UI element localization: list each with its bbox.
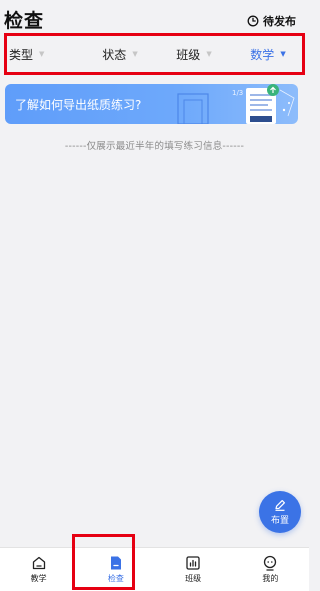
page-title: 检查 [4, 10, 45, 32]
caret-down-icon: ▼ [206, 50, 212, 58]
document-illustration-icon: 1/3 [177, 84, 295, 124]
user-icon [264, 555, 277, 571]
banner-text: 了解如何导出纸质练习? [15, 98, 142, 112]
tab-class-label: 班级 [185, 574, 202, 583]
tab-mine[interactable]: 我的 [232, 548, 309, 591]
pending-publish-label: 待发布 [263, 15, 296, 28]
pen-icon [275, 500, 285, 511]
filter-bar: 类型 ▼ 状态 ▼ 班级 ▼ 数学 ▼ [5, 36, 305, 72]
caret-down-icon: ▼ [132, 50, 138, 58]
header: 检查 待发布 [0, 0, 309, 36]
assign-fab-label: 布置 [270, 516, 289, 526]
export-paper-banner[interactable]: 了解如何导出纸质练习? 1/3 [5, 84, 298, 124]
filter-subject[interactable]: 数学 ▼ [231, 46, 305, 63]
home-icon [32, 556, 45, 570]
caret-down-icon: ▼ [39, 50, 45, 58]
tab-teaching[interactable]: 教学 [0, 548, 77, 591]
tab-class[interactable]: 班级 [155, 548, 232, 591]
filter-class-label: 班级 [176, 47, 201, 62]
filter-status-label: 状态 [102, 47, 127, 62]
filter-type[interactable]: 类型 ▼ [5, 46, 83, 63]
filter-status[interactable]: 状态 ▼ [83, 46, 157, 63]
caret-down-icon: ▼ [280, 50, 286, 58]
filter-type-label: 类型 [9, 47, 34, 62]
tab-check-label: 检查 [107, 574, 124, 583]
bottom-tab-bar: 教学 检查 班级 我的 [0, 547, 309, 591]
tab-teaching-label: 教学 [30, 574, 47, 583]
tab-check[interactable]: 检查 [77, 548, 154, 591]
pending-publish-button[interactable]: 待发布 [247, 13, 296, 29]
banner-page-indicator: 1/3 [232, 89, 243, 97]
assign-fab-button[interactable]: 布置 [259, 491, 301, 533]
filter-subject-label: 数学 [250, 47, 275, 62]
tab-mine-label: 我的 [262, 574, 279, 583]
chart-icon [186, 556, 200, 570]
clock-icon [247, 15, 259, 27]
doc-icon [110, 556, 121, 570]
history-notice: ------仅展示最近半年的填写练习信息------ [64, 141, 245, 152]
filter-class[interactable]: 班级 ▼ [157, 46, 231, 63]
